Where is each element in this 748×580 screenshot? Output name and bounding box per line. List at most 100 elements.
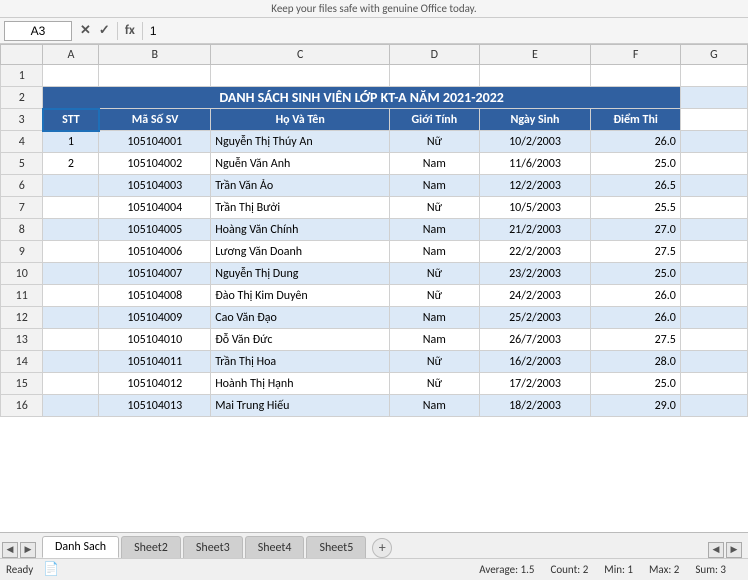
cell-stt[interactable] (43, 197, 99, 219)
header-stt[interactable]: STT (43, 109, 99, 131)
cell-hoten[interactable]: Trần Thị Hoa (211, 351, 390, 373)
cell-hoten[interactable]: Đào Thị Kim Duyên (211, 285, 390, 307)
cell-stt[interactable] (43, 219, 99, 241)
cell-stt[interactable] (43, 351, 99, 373)
cell-g6[interactable] (680, 175, 747, 197)
cell-ngaysinh[interactable]: 10/5/2003 (479, 197, 591, 219)
sheet-tab-danh-sach[interactable]: Danh Sach (42, 536, 119, 558)
cell-stt[interactable]: 1 (43, 131, 99, 153)
cell-d1[interactable] (390, 65, 479, 87)
cell-g14[interactable] (680, 351, 747, 373)
cell-diemthi[interactable]: 25.0 (591, 153, 680, 175)
cell-ngaysinh[interactable]: 26/7/2003 (479, 329, 591, 351)
cell-stt[interactable] (43, 285, 99, 307)
tab-scroll-right-btn[interactable]: ▶ (20, 542, 36, 558)
cell-stt[interactable] (43, 307, 99, 329)
cell-mssv[interactable]: 105104001 (99, 131, 211, 153)
cell-diemthi[interactable]: 26.0 (591, 131, 680, 153)
insert-function-btn[interactable]: fx (121, 23, 139, 38)
cell-hoten[interactable]: Hoành Thị Hạnh (211, 373, 390, 395)
cell-diemthi[interactable]: 27.0 (591, 219, 680, 241)
cell-stt[interactable]: 2 (43, 153, 99, 175)
cell-g8[interactable] (680, 219, 747, 241)
cell-mssv[interactable]: 105104002 (99, 153, 211, 175)
cell-a1[interactable] (43, 65, 99, 87)
cell-hoten[interactable]: Nguyễn Thị Dung (211, 263, 390, 285)
cell-stt[interactable] (43, 373, 99, 395)
cell-gioitinh[interactable]: Nữ (390, 373, 479, 395)
cell-ngaysinh[interactable]: 12/2/2003 (479, 175, 591, 197)
cell-gioitinh[interactable]: Nam (390, 395, 479, 417)
cell-gioitinh[interactable]: Nữ (390, 197, 479, 219)
col-header-f[interactable]: F (591, 45, 680, 65)
cell-g11[interactable] (680, 285, 747, 307)
cell-gioitinh[interactable]: Nữ (390, 285, 479, 307)
cell-hoten[interactable]: Mai Trung Hiếu (211, 395, 390, 417)
col-header-a[interactable]: A (43, 45, 99, 65)
cell-stt[interactable] (43, 395, 99, 417)
cell-hoten[interactable]: Đỗ Văn Đức (211, 329, 390, 351)
cell-gioitinh[interactable]: Nam (390, 307, 479, 329)
cell-g9[interactable] (680, 241, 747, 263)
cell-diemthi[interactable]: 25.0 (591, 263, 680, 285)
cell-g13[interactable] (680, 329, 747, 351)
cell-g2[interactable] (680, 87, 747, 109)
cell-gioitinh[interactable]: Nam (390, 153, 479, 175)
cell-diemthi[interactable]: 26.0 (591, 285, 680, 307)
col-header-c[interactable]: C (211, 45, 390, 65)
cell-ngaysinh[interactable]: 24/2/2003 (479, 285, 591, 307)
header-gioitinh[interactable]: Giới Tính (390, 109, 479, 131)
cell-g4[interactable] (680, 131, 747, 153)
cell-diemthi[interactable]: 25.5 (591, 197, 680, 219)
cell-b1[interactable] (99, 65, 211, 87)
sheet-scroll-left-icon[interactable]: ◀ (708, 542, 724, 558)
col-header-b[interactable]: B (99, 45, 211, 65)
cell-hoten[interactable]: Trần Văn Ảo (211, 175, 390, 197)
cell-gioitinh[interactable]: Nữ (390, 351, 479, 373)
cell-diemthi[interactable]: 28.0 (591, 351, 680, 373)
cell-stt[interactable] (43, 175, 99, 197)
cell-stt[interactable] (43, 263, 99, 285)
cell-gioitinh[interactable]: Nam (390, 175, 479, 197)
cell-ngaysinh[interactable]: 25/2/2003 (479, 307, 591, 329)
cell-ngaysinh[interactable]: 21/2/2003 (479, 219, 591, 241)
cell-gioitinh[interactable]: Nữ (390, 263, 479, 285)
cell-mssv[interactable]: 105104008 (99, 285, 211, 307)
sheet-tab-sheet5[interactable]: Sheet5 (306, 536, 366, 558)
cell-diemthi[interactable]: 25.0 (591, 373, 680, 395)
cancel-formula-btn[interactable]: ✕ (76, 23, 95, 38)
col-header-g[interactable]: G (680, 45, 747, 65)
cell-hoten[interactable]: Lương Văn Doanh (211, 241, 390, 263)
cell-g1[interactable] (680, 65, 747, 87)
cell-e1[interactable] (479, 65, 591, 87)
cell-hoten[interactable]: Trần Thị Bưởi (211, 197, 390, 219)
add-sheet-btn[interactable]: + (372, 538, 392, 558)
cell-f1[interactable] (591, 65, 680, 87)
cell-diemthi[interactable]: 29.0 (591, 395, 680, 417)
header-diemthi[interactable]: Điểm Thi (591, 109, 680, 131)
header-mssv[interactable]: Mã Số SV (99, 109, 211, 131)
col-header-d[interactable]: D (390, 45, 479, 65)
cell-diemthi[interactable]: 26.0 (591, 307, 680, 329)
cell-g15[interactable] (680, 373, 747, 395)
cell-mssv[interactable]: 105104006 (99, 241, 211, 263)
cell-diemthi[interactable]: 27.5 (591, 329, 680, 351)
cell-ngaysinh[interactable]: 10/2/2003 (479, 131, 591, 153)
sheet-tab-sheet3[interactable]: Sheet3 (183, 536, 243, 558)
cell-ngaysinh[interactable]: 17/2/2003 (479, 373, 591, 395)
cell-g12[interactable] (680, 307, 747, 329)
cell-hoten[interactable]: Nguễn Văn Anh (211, 153, 390, 175)
cell-mssv[interactable]: 105104009 (99, 307, 211, 329)
cell-hoten[interactable]: Cao Văn Đạo (211, 307, 390, 329)
tab-scroll-left-btn[interactable]: ◀ (2, 542, 18, 558)
cell-gioitinh[interactable]: Nam (390, 219, 479, 241)
sheet-scroll-right-icon[interactable]: ▶ (726, 542, 742, 558)
header-ngaysinh[interactable]: Ngày Sinh (479, 109, 591, 131)
cell-gioitinh[interactable]: Nữ (390, 131, 479, 153)
cell-mssv[interactable]: 105104011 (99, 351, 211, 373)
confirm-formula-btn[interactable]: ✓ (95, 23, 114, 38)
cell-diemthi[interactable]: 27.5 (591, 241, 680, 263)
cell-g5[interactable] (680, 153, 747, 175)
cell-diemthi[interactable]: 26.5 (591, 175, 680, 197)
cell-mssv[interactable]: 105104005 (99, 219, 211, 241)
